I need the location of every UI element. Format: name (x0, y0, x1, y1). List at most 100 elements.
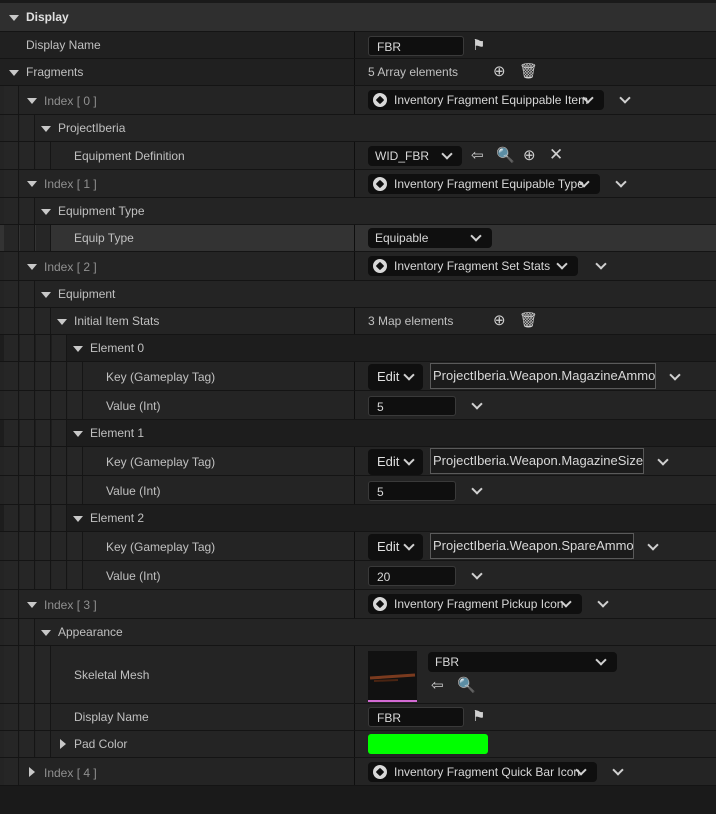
add-element-icon[interactable]: ⊕ (493, 313, 506, 329)
pad-color-swatch[interactable] (368, 734, 488, 754)
expand-options-icon[interactable] (669, 369, 681, 381)
element-label: Element 0 (90, 341, 145, 355)
mesh-thumbnail[interactable] (368, 651, 417, 702)
clear-icon[interactable]: ✕ (549, 146, 563, 163)
edit-tag-button[interactable]: Edit (368, 449, 423, 475)
display-section-header[interactable]: Display (0, 3, 716, 31)
skeletal-mesh-row: Skeletal Mesh FBR ⇦ 🔍 (0, 645, 716, 703)
expand-options-icon[interactable] (647, 539, 659, 551)
initial-item-stats-row[interactable]: Initial Item Stats 3 Map elements ⊕ 🗑 (0, 307, 716, 334)
map-key-row: Key (Gameplay Tag) Edit ProjectIberia.We… (0, 446, 716, 475)
property-label: Equip Type (74, 231, 134, 245)
category-label: Appearance (58, 625, 123, 639)
map-element-row[interactable]: Element 1 (0, 419, 716, 446)
fragment-type-dropdown[interactable]: Inventory Fragment Equippable Item (368, 90, 604, 110)
collapse-arrow-icon[interactable] (57, 319, 67, 325)
key-label: Key (Gameplay Tag) (106, 370, 216, 384)
collapse-arrow-icon[interactable] (9, 70, 19, 76)
map-count: 3 Map elements (368, 314, 454, 328)
expand-options-icon[interactable] (657, 454, 669, 466)
fragment-type-dropdown[interactable]: Inventory Fragment Equipable Type (368, 174, 600, 194)
collapse-arrow-icon[interactable] (73, 346, 83, 352)
int-value-input[interactable]: 20 (368, 566, 456, 586)
use-selected-icon[interactable]: ⇦ (431, 678, 444, 694)
index-3-row[interactable]: Index [ 3 ] Inventory Fragment Pickup Ic… (0, 589, 716, 618)
collapse-arrow-icon[interactable] (41, 292, 51, 298)
collapse-arrow-icon[interactable] (41, 126, 51, 132)
expand-options-icon[interactable] (471, 568, 483, 580)
gameplay-tag-value[interactable]: ProjectIberia.Weapon.SpareAmmo (430, 533, 634, 559)
expand-options-icon[interactable] (615, 176, 627, 188)
map-value-row: Value (Int) 20 (0, 560, 716, 589)
category-row[interactable]: Equipment (0, 280, 716, 307)
collapse-arrow-icon[interactable] (27, 181, 37, 187)
collapse-arrow-icon[interactable] (41, 209, 51, 215)
fragments-label: Fragments (26, 65, 84, 79)
property-label: Display Name (74, 710, 149, 724)
delete-all-icon[interactable]: 🗑 (519, 64, 538, 80)
fragment-type-dropdown[interactable]: Inventory Fragment Pickup Icon (368, 594, 582, 614)
category-row[interactable]: ProjectIberia (0, 114, 716, 141)
element-label: Element 2 (90, 511, 145, 525)
collapse-arrow-icon[interactable] (41, 630, 51, 636)
localization-flag-icon[interactable]: ⚑ (472, 38, 485, 54)
add-icon[interactable]: ⊕ (523, 148, 536, 164)
chevron-down-icon (470, 230, 482, 242)
map-key-row: Key (Gameplay Tag) Edit ProjectIberia.We… (0, 531, 716, 560)
browse-asset-icon[interactable]: 🔍 (457, 678, 476, 694)
equip-type-dropdown[interactable]: Equipable (368, 228, 492, 248)
collapse-arrow-icon[interactable] (9, 15, 19, 21)
index-0-row[interactable]: Index [ 0 ] Inventory Fragment Equippabl… (0, 85, 716, 114)
fragment-type-dropdown[interactable]: Inventory Fragment Quick Bar Icon (368, 762, 597, 782)
int-value-input[interactable]: 5 (368, 481, 456, 501)
delete-all-icon[interactable]: 🗑 (519, 313, 538, 329)
element-label: Element 1 (90, 426, 145, 440)
expand-options-icon[interactable] (471, 398, 483, 410)
expand-options-icon[interactable] (471, 483, 483, 495)
gameplay-tag-value[interactable]: ProjectIberia.Weapon.MagazineSize (430, 448, 644, 474)
index-2-row[interactable]: Index [ 2 ] Inventory Fragment Set Stats (0, 251, 716, 280)
chevron-down-icon (556, 258, 568, 270)
map-element-row[interactable]: Element 0 (0, 334, 716, 361)
expand-options-icon[interactable] (595, 258, 607, 270)
fragments-row[interactable]: Fragments 5 Array elements ⊕ 🗑 (0, 58, 716, 85)
skeletal-mesh-dropdown[interactable]: FBR (428, 652, 617, 672)
chevron-down-icon (595, 654, 607, 666)
display-name-input[interactable]: FBR (368, 707, 464, 727)
edit-tag-button[interactable]: Edit (368, 534, 423, 560)
expand-options-icon[interactable] (597, 596, 609, 608)
equipment-definition-dropdown[interactable]: WID_FBR (368, 146, 462, 166)
key-label: Key (Gameplay Tag) (106, 540, 216, 554)
collapse-arrow-icon[interactable] (27, 264, 37, 270)
index-1-row[interactable]: Index [ 1 ] Inventory Fragment Equipable… (0, 169, 716, 197)
int-value-input[interactable]: 5 (368, 396, 456, 416)
class-icon (373, 259, 387, 273)
category-row[interactable]: Equipment Type (0, 197, 716, 224)
gameplay-tag-value[interactable]: ProjectIberia.Weapon.MagazineAmmo (430, 363, 656, 389)
index-4-row[interactable]: Index [ 4 ] Inventory Fragment Quick Bar… (0, 757, 716, 786)
map-element-row[interactable]: Element 2 (0, 504, 716, 531)
fragment-type-dropdown[interactable]: Inventory Fragment Set Stats (368, 256, 578, 276)
edit-tag-button[interactable]: Edit (368, 364, 423, 390)
use-selected-icon[interactable]: ⇦ (471, 148, 484, 164)
expand-arrow-icon[interactable] (60, 739, 66, 749)
category-label: ProjectIberia (58, 121, 126, 135)
index-label: Index [ 2 ] (44, 260, 97, 274)
collapse-arrow-icon[interactable] (27, 98, 37, 104)
expand-options-icon[interactable] (612, 764, 624, 776)
expand-arrow-icon[interactable] (29, 767, 35, 777)
display-name-input[interactable]: FBR (368, 36, 464, 56)
add-element-icon[interactable]: ⊕ (493, 64, 506, 80)
localization-flag-icon[interactable]: ⚑ (472, 709, 485, 725)
collapse-arrow-icon[interactable] (27, 602, 37, 608)
class-icon (373, 765, 387, 779)
category-row[interactable]: Appearance (0, 618, 716, 645)
value-label: Value (Int) (106, 569, 161, 583)
collapse-arrow-icon[interactable] (73, 431, 83, 437)
browse-asset-icon[interactable]: 🔍 (496, 148, 515, 164)
collapse-arrow-icon[interactable] (73, 516, 83, 522)
category-label: Equipment Type (58, 204, 145, 218)
expand-options-icon[interactable] (619, 92, 631, 104)
map-value-row: Value (Int) 5 (0, 475, 716, 504)
value-label: Value (Int) (106, 484, 161, 498)
